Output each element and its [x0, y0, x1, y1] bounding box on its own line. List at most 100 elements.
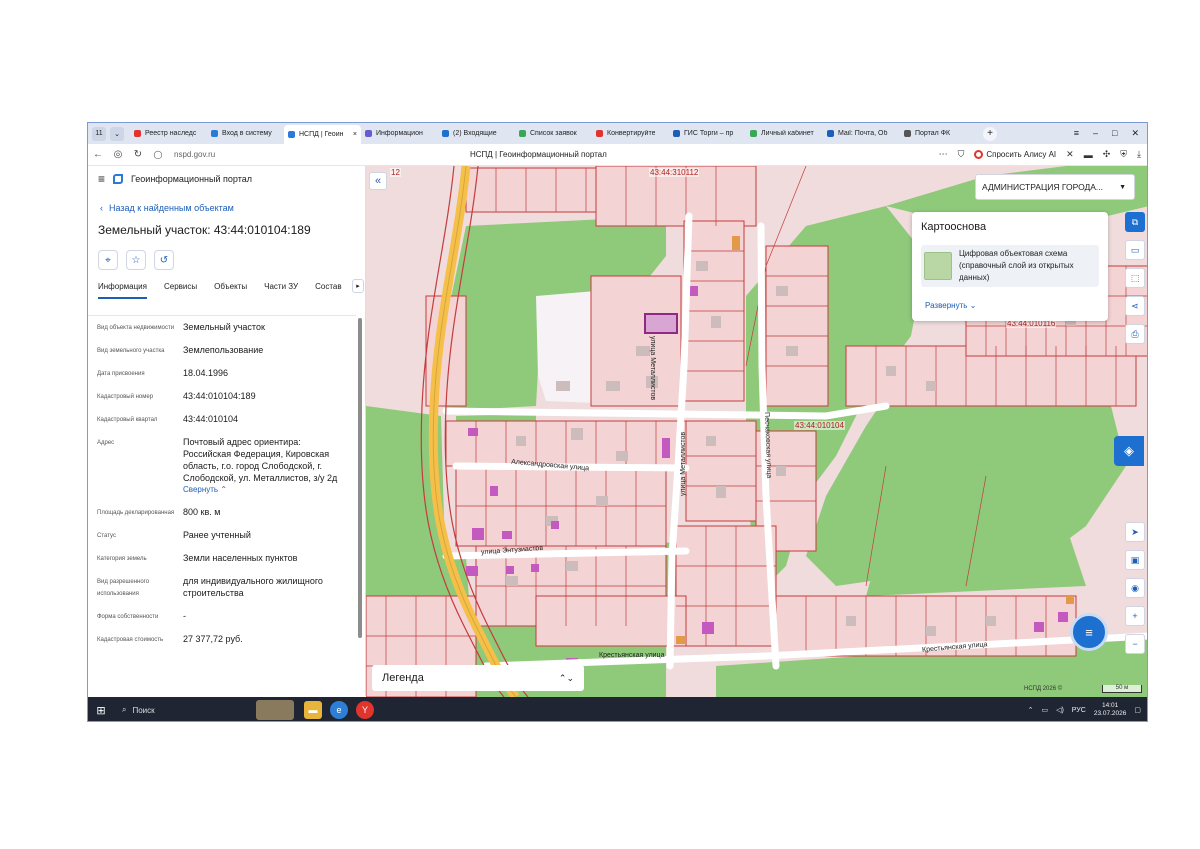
new-tab-button[interactable]: +: [983, 126, 997, 141]
property-value-wrap: 27 377,72 руб.: [183, 633, 351, 646]
property-row: Статус Ранее учтенный: [88, 524, 356, 547]
tabs-group-button[interactable]: 11: [92, 126, 106, 141]
tabs-menu-chevron-icon[interactable]: ⌄: [110, 126, 124, 141]
panel-scrollbar[interactable]: [358, 318, 362, 638]
ask-alice-button[interactable]: Спросить Алису AI: [974, 150, 1056, 159]
network-icon[interactable]: ▭: [1041, 706, 1048, 714]
url-field[interactable]: nspd.gov.ru: [174, 150, 215, 159]
volume-icon[interactable]: ◁): [1056, 706, 1064, 714]
back-arrow-icon[interactable]: ←: [88, 149, 108, 160]
basemap-expand-link[interactable]: Развернуть ⌄: [925, 301, 976, 310]
tray-expand-icon[interactable]: ⌃: [1028, 706, 1034, 714]
more-icon[interactable]: ⋯: [939, 149, 948, 160]
tab-objects[interactable]: Объекты: [214, 282, 247, 299]
yandex-browser-icon[interactable]: Y: [356, 701, 374, 719]
browser-tab[interactable]: ГИС Торги – пр: [669, 125, 746, 142]
location-button[interactable]: ◉: [1125, 578, 1145, 598]
screen-button[interactable]: ▣: [1125, 550, 1145, 570]
browser-tab[interactable]: Реестр наследс: [130, 125, 207, 142]
extension-2-icon[interactable]: ▬: [1084, 150, 1093, 160]
language-indicator[interactable]: РУС: [1072, 707, 1086, 714]
property-row: Дата присвоения 18.04.1996: [88, 362, 356, 385]
object-info-panel: ≡ Геоинформационный портал ‹ Назад к най…: [88, 166, 366, 696]
street-label-metallistov-2: улица Металлистов: [680, 431, 687, 496]
news-widget-icon[interactable]: [256, 700, 294, 720]
property-value-wrap: -: [183, 610, 351, 623]
tab-composition[interactable]: Состав: [315, 282, 342, 299]
browser-tab[interactable]: (2) Входящие: [438, 125, 515, 142]
legend-dropdown[interactable]: Легенда ⌃⌄: [372, 665, 584, 691]
shield-icon[interactable]: ◎: [108, 149, 128, 160]
shield-ext-icon[interactable]: ⛨: [1120, 149, 1127, 160]
property-value: 43:44:010104: [183, 414, 239, 424]
collapse-panel-button[interactable]: «: [369, 172, 387, 190]
zoom-out-button[interactable]: −: [1125, 634, 1145, 654]
close-window-button[interactable]: ✕: [1131, 128, 1139, 139]
share-button[interactable]: ⋖: [1125, 296, 1145, 316]
tab-label: Личный кабинет: [761, 130, 814, 137]
tab-close-icon[interactable]: ×: [353, 131, 357, 138]
taskbar-search[interactable]: ⌕ Поиск: [114, 700, 244, 720]
address-bar: ← ◎ ↻ ◯ nspd.gov.ru НСПД | Геоинформацио…: [88, 144, 1147, 166]
file-explorer-icon[interactable]: ▬: [304, 701, 322, 719]
search-icon: ⌕: [122, 705, 127, 714]
chat-side-icon[interactable]: ◈: [1114, 436, 1144, 466]
bookmark-icon[interactable]: ⛉: [958, 149, 965, 160]
notifications-icon[interactable]: ▢: [1134, 706, 1141, 714]
browser-menu-button[interactable]: ≡: [1074, 128, 1079, 139]
property-value: 27 377,72 руб.: [183, 634, 243, 644]
reload-icon[interactable]: ↻: [128, 149, 148, 160]
favorite-button[interactable]: ☆: [126, 250, 146, 270]
maximize-button[interactable]: □: [1112, 128, 1117, 139]
print-button[interactable]: ⎙: [1125, 324, 1145, 344]
basemap-option[interactable]: Цифровая объектовая схема (справочный сл…: [921, 245, 1099, 287]
browser-tab[interactable]: Личный кабинет: [746, 125, 823, 142]
browser-tab[interactable]: Mail: Почта, Об: [823, 125, 900, 142]
navigate-button[interactable]: ➤: [1125, 522, 1145, 542]
browser-tab[interactable]: Вход в систему: [207, 125, 284, 142]
admin-select[interactable]: АДМИНИСТРАЦИЯ ГОРОДА... ▼: [975, 174, 1135, 200]
tab-label: Реестр наследс: [145, 130, 197, 137]
browser-tab[interactable]: Список заявок: [515, 125, 592, 142]
minimize-button[interactable]: –: [1093, 128, 1098, 139]
history-button[interactable]: ↺: [154, 250, 174, 270]
property-row: Площадь декларированная 800 кв. м: [88, 501, 356, 524]
zoom-in-button[interactable]: +: [1125, 606, 1145, 626]
cadastral-label-310112: 43:44:310112: [649, 168, 700, 177]
chat-fab-button[interactable]: ≡: [1070, 613, 1108, 651]
property-label: Кадастровая стоимость: [97, 637, 164, 643]
tab-services[interactable]: Сервисы: [164, 282, 197, 299]
page-title: НСПД | Геоинформационный портал: [470, 150, 607, 159]
tab-parts[interactable]: Части ЗУ: [264, 282, 298, 299]
alice-icon: [974, 150, 984, 159]
tabs-scroll-right-icon[interactable]: ▸: [352, 279, 364, 293]
back-to-results-link[interactable]: ‹ Назад к найденным объектам: [100, 203, 365, 213]
map-copyright: НСПД 2026 ©: [1024, 686, 1063, 692]
browser-tab[interactable]: Информацион: [361, 125, 438, 142]
layers-tool-button[interactable]: ⧉: [1125, 212, 1145, 232]
tab-info[interactable]: Информация: [98, 282, 147, 299]
chevron-updown-icon: ⌃⌄: [558, 672, 574, 683]
map-view[interactable]: 43:44:310112 43:44:010104 43:44:010116 1…: [366, 166, 1147, 697]
select-area-button[interactable]: ⬚: [1125, 268, 1145, 288]
windows-start-icon[interactable]: ⊞: [88, 704, 114, 717]
puzzle-icon[interactable]: ✣: [1103, 149, 1111, 160]
menu-icon[interactable]: ≡: [98, 172, 105, 186]
property-row: Адрес Почтовый адрес ориентира: Российска…: [88, 431, 356, 501]
browser-tab[interactable]: Портал ФК: [900, 125, 977, 142]
extension-icon[interactable]: ✕: [1066, 149, 1074, 160]
download-icon[interactable]: ⤓: [1137, 149, 1141, 160]
chevron-left-icon: ‹: [100, 203, 103, 213]
browser-tab[interactable]: НСПД | Геоин ×: [284, 125, 361, 144]
tab-label: Информацион: [376, 130, 423, 137]
ruler-tool-button[interactable]: ▭: [1125, 240, 1145, 260]
show-on-map-button[interactable]: ⌖: [98, 250, 118, 270]
map-tools-bottom: ➤ ▣ ◉ + −: [1125, 522, 1145, 654]
browser-tab[interactable]: Конвертируйте: [592, 125, 669, 142]
clock[interactable]: 14:01 23.07.2026: [1094, 702, 1127, 718]
tab-favicon-icon: [519, 130, 526, 137]
property-label: Категория земель: [97, 556, 147, 562]
collapse-address-link[interactable]: Свернуть ⌃: [183, 484, 351, 496]
street-label-metallistov-1: улица Металлистов: [649, 336, 656, 401]
edge-icon[interactable]: e: [330, 701, 348, 719]
